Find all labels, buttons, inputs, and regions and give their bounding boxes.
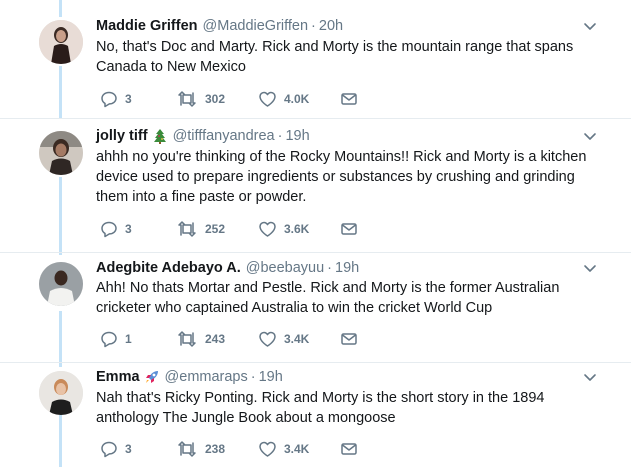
reply-icon: [101, 441, 117, 458]
username[interactable]: @emmaraps: [165, 368, 248, 386]
like-button[interactable]: 3.6K: [258, 219, 309, 239]
reply-count: 3: [125, 92, 132, 106]
like-button[interactable]: 3.4K: [258, 439, 309, 459]
reply-button[interactable]: 3: [100, 219, 132, 239]
timestamp[interactable]: 19h: [285, 127, 309, 145]
avatar[interactable]: [39, 371, 83, 415]
username[interactable]: @beebayuu: [246, 259, 324, 277]
display-name[interactable]: Adegbite Adebayo A.: [96, 259, 241, 277]
reply-count: 1: [125, 332, 132, 346]
direct-message-button[interactable]: [340, 439, 358, 459]
like-count: 3.6K: [284, 222, 310, 236]
direct-message-button[interactable]: [340, 219, 358, 239]
reply-button[interactable]: 1: [100, 329, 132, 349]
avatar[interactable]: [39, 131, 83, 175]
retweet-count: 252: [205, 222, 226, 236]
retweet-button[interactable]: 302: [176, 89, 225, 109]
reply-count: 3: [125, 442, 132, 456]
retweet-icon: [178, 91, 196, 107]
like-button[interactable]: 3.4K: [258, 329, 309, 349]
tweet-text: No, that's Doc and Marty. Rick and Morty…: [96, 39, 574, 75]
heart-icon: [259, 91, 276, 107]
reply-button[interactable]: 3: [100, 439, 132, 459]
heart-icon: [259, 441, 276, 457]
reply-icon: [101, 91, 117, 108]
username[interactable]: @MaddieGriffen: [203, 17, 309, 35]
separator: ·: [250, 369, 256, 385]
envelope-icon: [341, 333, 357, 345]
retweet-button[interactable]: 238: [176, 439, 225, 459]
avatar[interactable]: [39, 262, 83, 306]
rocket-icon: [145, 371, 158, 383]
timestamp[interactable]: 20h: [319, 17, 343, 35]
display-name[interactable]: Emma: [96, 368, 140, 386]
display-name[interactable]: Maddie Griffen: [96, 17, 198, 35]
timestamp[interactable]: 19h: [259, 368, 283, 386]
retweet-icon: [178, 331, 196, 347]
retweet-icon: [178, 221, 196, 237]
tweet[interactable]: Emma @emmaraps · 19h Nah that's Ricky Po…: [0, 363, 631, 467]
direct-message-button[interactable]: [340, 329, 358, 349]
chevron-down-icon[interactable]: [583, 263, 597, 275]
reply-count: 3: [125, 222, 132, 236]
retweet-icon: [178, 441, 196, 457]
chevron-down-icon[interactable]: [583, 131, 597, 143]
display-name[interactable]: jolly tiff: [96, 127, 148, 145]
heart-icon: [259, 331, 276, 347]
reply-icon: [101, 331, 117, 348]
like-button[interactable]: 4.0K: [258, 89, 309, 109]
tweet[interactable]: jolly tiff @tifffanyandrea · 19h ahhh no…: [0, 119, 631, 253]
separator: ·: [277, 128, 283, 144]
like-count: 4.0K: [284, 92, 310, 106]
retweet-count: 238: [205, 442, 226, 456]
direct-message-button[interactable]: [340, 89, 358, 109]
tweet-text: Nah that's Ricky Ponting. Rick and Morty…: [96, 390, 545, 426]
envelope-icon: [341, 93, 357, 105]
chevron-down-icon[interactable]: [583, 21, 597, 33]
username[interactable]: @tifffanyandrea: [173, 127, 275, 145]
separator: ·: [327, 260, 333, 276]
reply-icon: [101, 221, 117, 238]
heart-icon: [259, 221, 276, 237]
like-count: 3.4K: [284, 442, 310, 456]
retweet-count: 243: [205, 332, 226, 346]
timestamp[interactable]: 19h: [335, 259, 359, 277]
tweet-text: Ahh! No thats Mortar and Pestle. Rick an…: [96, 280, 560, 316]
envelope-icon: [341, 443, 357, 455]
chevron-down-icon[interactable]: [583, 372, 597, 384]
tweet-text: ahhh no you're thinking of the Rocky Mou…: [96, 149, 587, 205]
separator: ·: [311, 18, 316, 34]
christmas-tree-icon: [153, 129, 166, 144]
retweet-button[interactable]: 252: [176, 219, 225, 239]
avatar[interactable]: [39, 20, 83, 64]
tweet[interactable]: Adegbite Adebayo A. @beebayuu · 19h Ahh!…: [0, 253, 631, 363]
like-count: 3.4K: [284, 332, 310, 346]
retweet-count: 302: [205, 92, 226, 106]
retweet-button[interactable]: 243: [176, 329, 225, 349]
reply-button[interactable]: 3: [100, 89, 132, 109]
tweet[interactable]: Maddie Griffen @MaddieGriffen · 20h No, …: [0, 0, 631, 118]
envelope-icon: [341, 223, 357, 235]
